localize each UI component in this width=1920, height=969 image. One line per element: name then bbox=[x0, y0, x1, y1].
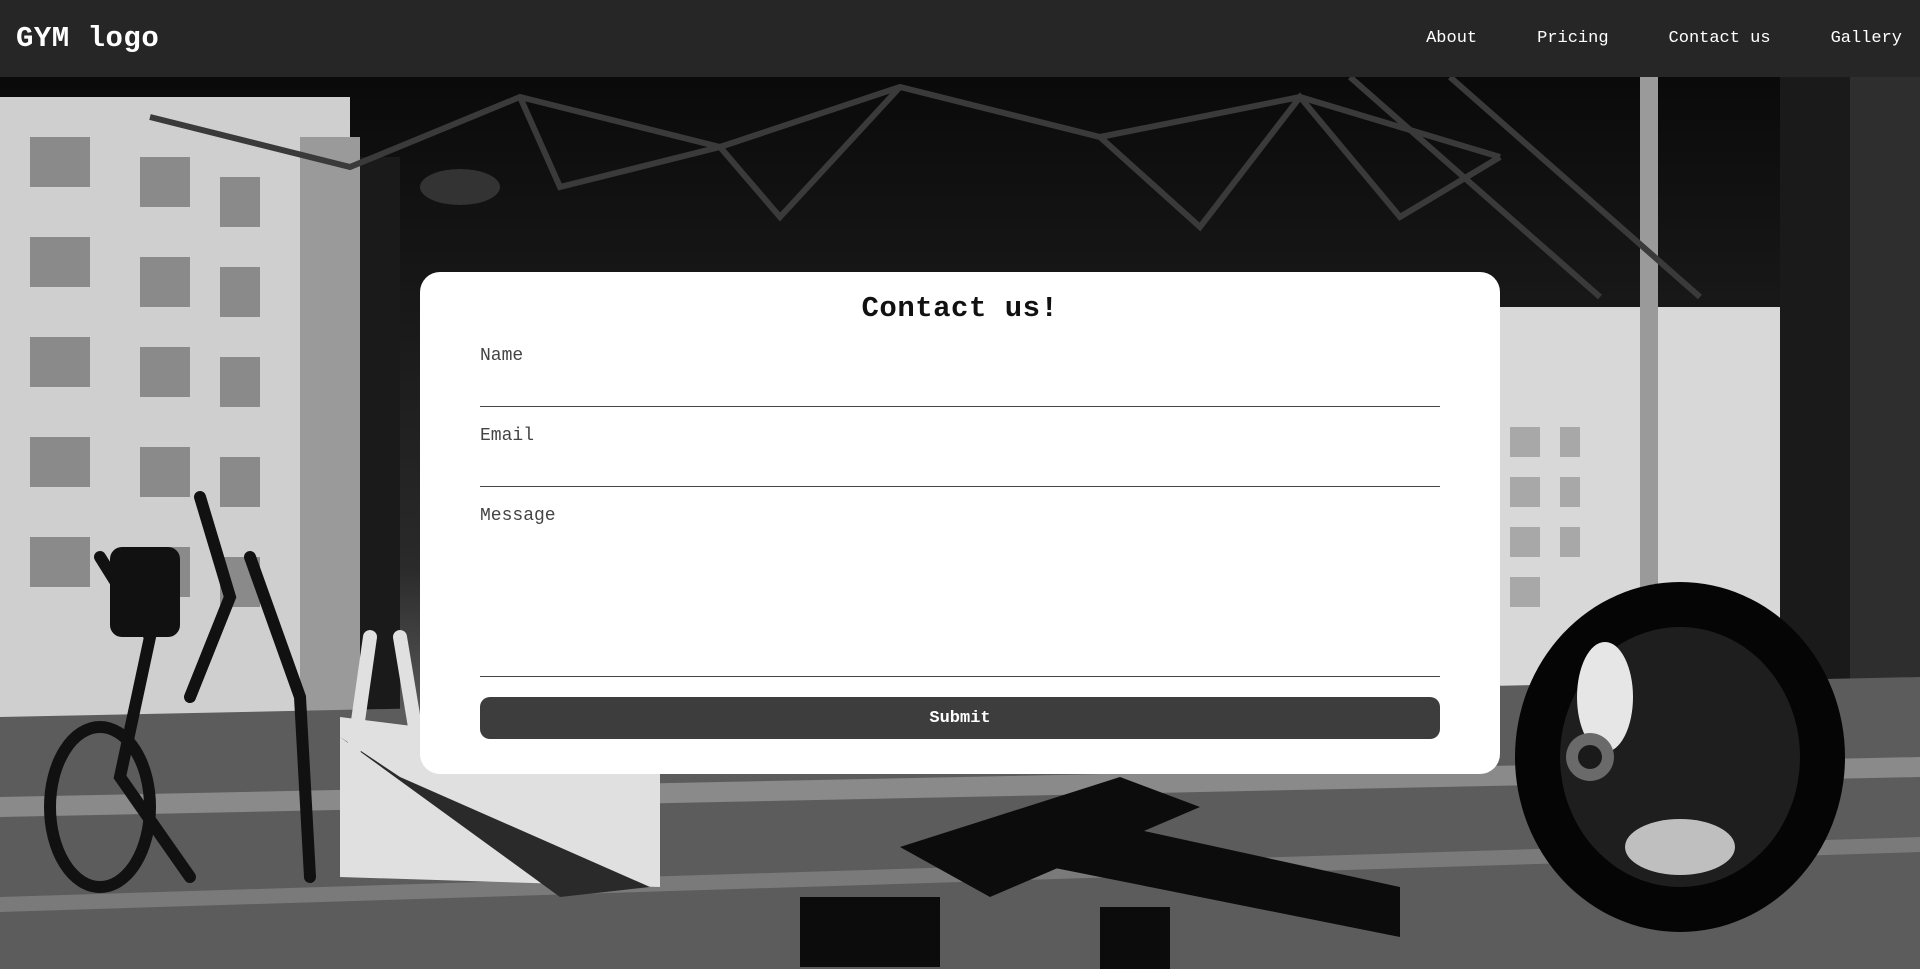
contact-form-title: Contact us! bbox=[861, 292, 1059, 325]
name-input[interactable] bbox=[480, 367, 1440, 407]
message-field-group: Message bbox=[480, 505, 1440, 677]
submit-button[interactable]: Submit bbox=[480, 697, 1440, 739]
message-label: Message bbox=[480, 506, 556, 526]
nav-link-pricing[interactable]: Pricing bbox=[1537, 29, 1608, 48]
nav-link-contact-us[interactable]: Contact us bbox=[1669, 29, 1771, 48]
contact-form-card: Contact us! Name Email Message Submit bbox=[420, 272, 1500, 774]
main-nav: About Pricing Contact us Gallery bbox=[1366, 29, 1902, 48]
name-label: Name bbox=[480, 346, 524, 366]
nav-link-about[interactable]: About bbox=[1426, 29, 1477, 48]
top-navbar: GYM logo About Pricing Contact us Galler… bbox=[0, 0, 1920, 77]
message-textarea[interactable] bbox=[480, 527, 1440, 677]
gym-logo[interactable]: GYM logo bbox=[16, 22, 159, 55]
email-field-group: Email bbox=[480, 425, 1440, 487]
name-field-group: Name bbox=[480, 345, 1440, 407]
nav-link-gallery[interactable]: Gallery bbox=[1831, 29, 1902, 48]
email-input[interactable] bbox=[480, 447, 1440, 487]
email-label: Email bbox=[480, 426, 535, 446]
